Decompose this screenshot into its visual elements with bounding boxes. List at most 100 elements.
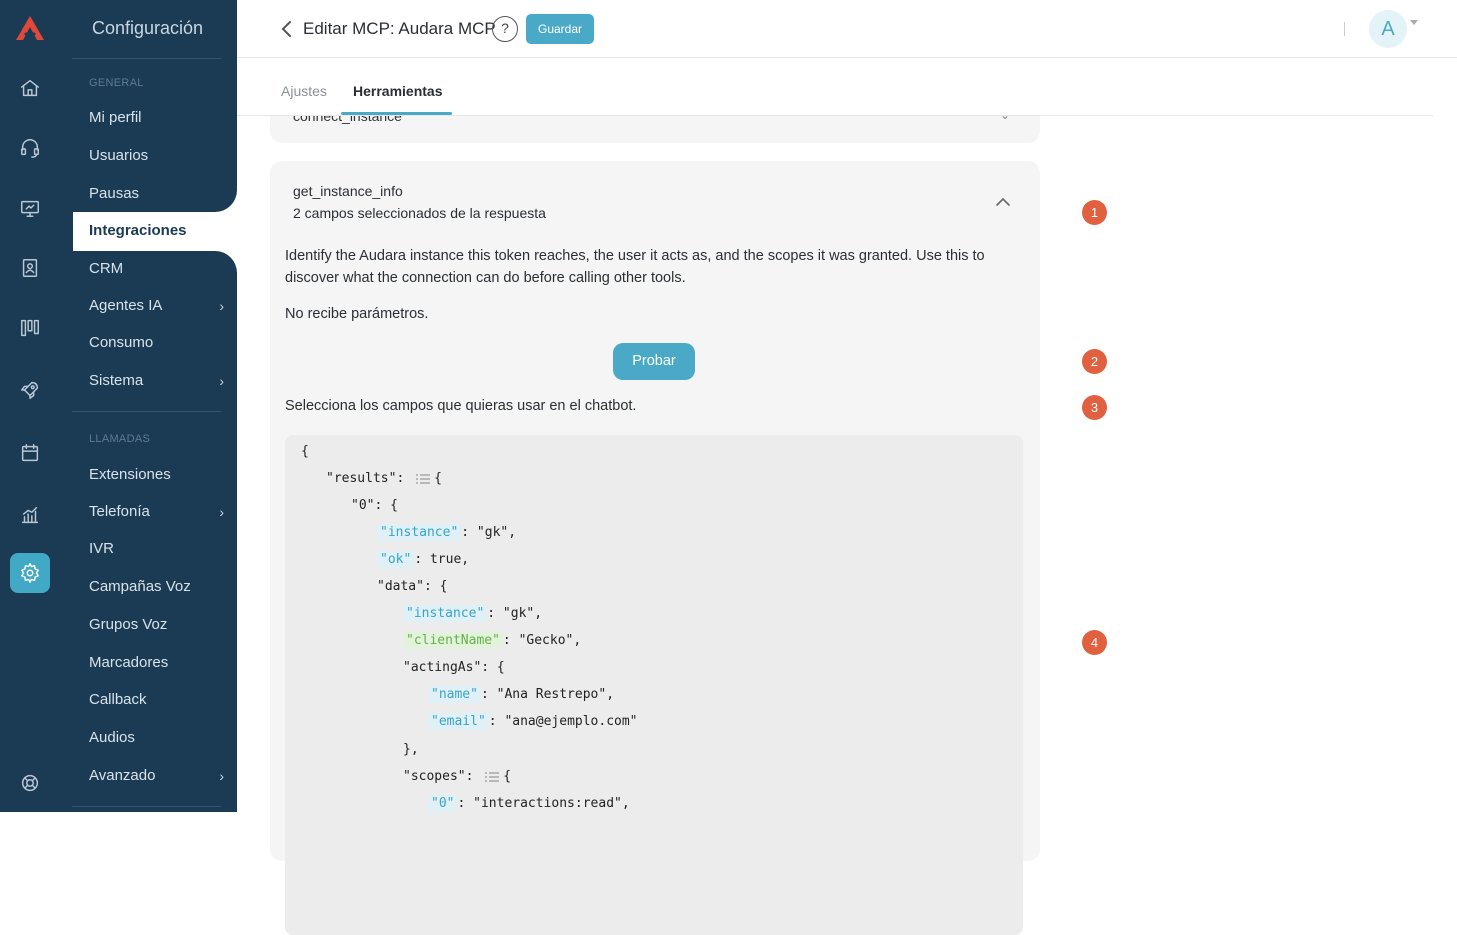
section-label-general: GENERAL <box>89 77 144 89</box>
json-key: "0" <box>351 498 375 513</box>
json-key-selected[interactable]: "instance" <box>377 524 462 541</box>
sidebar-item-label: CRM <box>89 260 124 277</box>
json-key-selected[interactable]: "clientName" <box>403 632 503 649</box>
sidebar-item-pausas[interactable]: Pausas <box>89 183 224 205</box>
sidebar-item-label: Sistema <box>89 372 144 389</box>
divider <box>72 806 221 807</box>
step-badge: 3 <box>1082 395 1107 420</box>
back-arrow-icon[interactable] <box>277 19 297 39</box>
tool-description: Identify the Audara instance this token … <box>285 248 985 286</box>
sidebar-item-ivr[interactable]: IVR <box>89 538 224 560</box>
json-key-selected[interactable]: "0" <box>428 795 458 812</box>
sidebar-item-label: Consumo <box>89 334 154 351</box>
json-line: "scopes": { <box>403 769 512 784</box>
json-line[interactable]: "0": "interactions:read", <box>428 794 630 814</box>
sidebar-item-label: Usuarios <box>89 147 149 164</box>
analytics-icon[interactable] <box>10 495 50 535</box>
sidebar-item-label: Callback <box>89 691 147 708</box>
tool-selected-fields-summary: 2 campos seleccionados de la respuesta <box>293 205 546 221</box>
json-line[interactable]: "clientName": "Gecko", <box>403 631 581 651</box>
sidebar-item-label: Agentes IA <box>89 297 163 314</box>
monitor-icon[interactable] <box>10 188 50 228</box>
sidebar-item-audios[interactable]: Audios <box>89 727 224 749</box>
kanban-icon[interactable] <box>10 308 50 348</box>
sidebar-item-consumo[interactable]: Consumo <box>89 332 224 354</box>
json-key-selected[interactable]: "instance" <box>403 605 488 622</box>
sidebar-item-mi-perfil[interactable]: Mi perfil <box>89 107 224 129</box>
help-question-icon[interactable]: ? <box>492 16 518 42</box>
test-tool-button[interactable]: Probar <box>613 343 695 380</box>
json-line[interactable]: "instance": "gk", <box>403 604 542 624</box>
json-value: : true, <box>414 552 470 567</box>
sidebar-item-label: Avanzado <box>89 767 156 784</box>
page-title: Editar MCP: Audara MCP <box>303 19 496 38</box>
json-value: : "ana@ejemplo.com" <box>488 714 638 729</box>
divider <box>72 411 221 412</box>
sidebar-item-marcadores[interactable]: Marcadores <box>89 652 224 674</box>
sidebar-item-callback[interactable]: Callback <box>89 689 224 711</box>
json-line[interactable]: "instance": "gk", <box>377 523 516 543</box>
no-params-text: No recibe parámetros. <box>285 306 429 322</box>
sidebar-item-label: Extensiones <box>89 466 171 483</box>
rocket-icon[interactable] <box>10 370 50 410</box>
sidebar-item-avanzado[interactable]: Avanzado › <box>89 765 224 787</box>
headset-icon[interactable] <box>10 128 50 168</box>
json-key: "data": { <box>377 579 448 594</box>
settings-sidebar: Configuración GENERAL Mi perfil Usuarios… <box>60 0 237 812</box>
tab-herramientas[interactable]: Herramientas <box>353 83 443 99</box>
sidebar-item-telefonia[interactable]: Telefonía › <box>89 501 224 523</box>
list-icon[interactable] <box>485 771 500 782</box>
json-key-selected[interactable]: "ok" <box>377 551 415 568</box>
json-line: "data": { <box>377 577 447 597</box>
json-key-selected[interactable]: "email" <box>428 713 489 730</box>
step-badge: 2 <box>1082 349 1107 374</box>
help-lifebuoy-icon[interactable] <box>10 763 50 803</box>
divider <box>1344 22 1345 36</box>
sidebar-title: Configuración <box>92 18 204 38</box>
settings-gear-icon[interactable] <box>10 553 50 593</box>
json-line[interactable]: "name": "Ana Restrepo", <box>428 685 614 705</box>
list-icon[interactable] <box>416 473 431 484</box>
chevron-right-icon: › <box>219 504 224 520</box>
json-key: "results" <box>326 471 397 486</box>
sidebar-item-grupos-voz[interactable]: Grupos Voz <box>89 614 224 636</box>
sidebar-item-label: Marcadores <box>89 654 169 671</box>
sidebar-item-crm[interactable]: CRM <box>89 258 224 280</box>
select-fields-hint: Selecciona los campos que quieras usar e… <box>285 398 637 414</box>
json-key: "scopes": <box>403 769 474 784</box>
sidebar-item-label: Pausas <box>89 185 140 202</box>
json-line: { <box>301 442 309 462</box>
json-line: "actingAs": { <box>403 658 505 678</box>
json-line[interactable]: "email": "ana@ejemplo.com" <box>428 712 638 732</box>
save-button[interactable]: Guardar <box>526 14 594 44</box>
sidebar-item-label: Telefonía <box>89 503 150 520</box>
avatar[interactable]: A <box>1369 10 1407 48</box>
tabs-bar: Ajustes Herramientas <box>237 58 1433 116</box>
divider <box>72 58 221 59</box>
brand-logo-icon[interactable] <box>14 14 46 42</box>
active-tab-indicator <box>341 112 452 115</box>
sidebar-item-label: Integraciones <box>89 222 187 239</box>
icon-rail <box>0 0 60 812</box>
chevron-up-icon[interactable] <box>994 193 1012 211</box>
sidebar-item-label: Audios <box>89 729 135 746</box>
json-line[interactable]: "ok": true, <box>377 550 469 570</box>
contacts-book-icon[interactable] <box>10 248 50 288</box>
sidebar-item-sistema[interactable]: Sistema › <box>89 370 224 392</box>
calendar-icon[interactable] <box>10 433 50 473</box>
json-value: : "gk", <box>487 606 543 621</box>
sidebar-item-integraciones[interactable]: Integraciones <box>89 220 224 242</box>
sidebar-item-extensiones[interactable]: Extensiones <box>89 464 224 486</box>
home-icon[interactable] <box>10 68 50 108</box>
sidebar-item-agentes-ia[interactable]: Agentes IA › <box>89 295 224 317</box>
sidebar-item-usuarios[interactable]: Usuarios <box>89 145 224 167</box>
json-line: }, <box>403 740 419 760</box>
caret-down-icon[interactable] <box>1410 20 1418 25</box>
page-header: Editar MCP: Audara MCP ? Guardar A <box>237 0 1457 58</box>
tab-ajustes[interactable]: Ajustes <box>281 83 327 99</box>
json-value: : "gk", <box>461 525 517 540</box>
json-line: "0": { <box>351 498 398 513</box>
sidebar-item-campanas-voz[interactable]: Campañas Voz <box>89 576 224 598</box>
json-brace: { <box>301 444 309 459</box>
json-key-selected[interactable]: "name" <box>428 686 481 703</box>
